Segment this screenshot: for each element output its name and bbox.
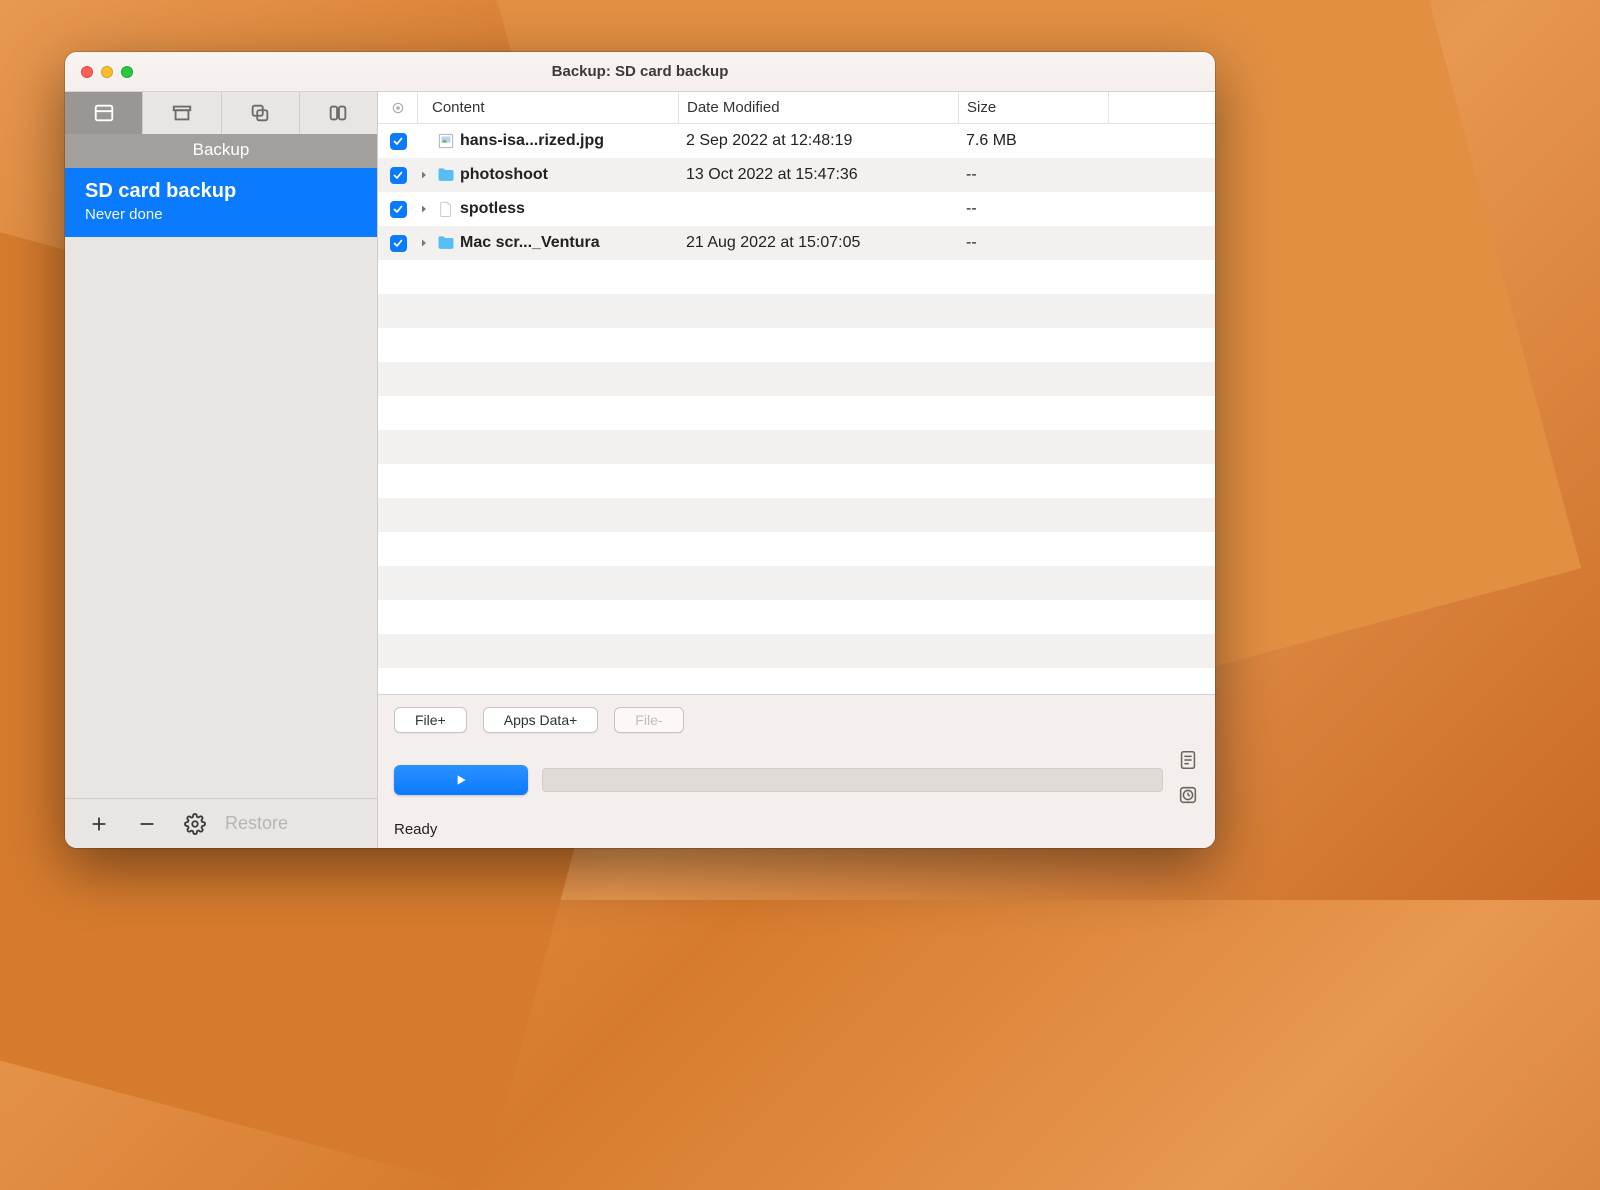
file-add-button[interactable]: File+ [394,707,467,733]
window-title: Backup: SD card backup [65,63,1215,80]
titlebar: Backup: SD card backup [65,52,1215,92]
settings-button[interactable] [171,804,219,844]
row-name-cell: hans-isa...rized.jpg [418,131,678,151]
row-checkbox[interactable] [378,133,418,150]
file-remove-button[interactable]: File- [614,707,683,733]
column-content-header[interactable]: Content [418,99,678,116]
sync-icon [327,102,349,124]
folder-icon [436,233,456,253]
row-checkbox[interactable] [378,201,418,218]
disclosure-triangle[interactable] [418,202,432,216]
play-icon [453,772,469,788]
row-size: -- [958,234,1108,252]
column-check-header[interactable] [378,92,418,123]
app-window: Backup: SD card backup Backup S [65,52,1215,848]
row-name-cell: Mac scr..._Ventura [418,233,678,253]
row-checkbox[interactable] [378,167,418,184]
schedule-button[interactable] [1177,784,1199,811]
main-footer: File+ Apps Data+ File- [378,694,1215,848]
backup-icon [93,102,115,124]
file-list[interactable]: hans-isa...rized.jpg 2 Sep 2022 at 12:48:… [378,124,1215,694]
checkbox-icon [390,167,407,184]
column-date-header[interactable]: Date Modified [678,92,958,123]
status-label: Ready [394,821,1199,838]
sidebar-bottom: Restore [65,798,377,848]
row-name-cell: spotless [418,199,678,219]
row-name: photoshoot [460,166,548,184]
plus-icon [88,813,110,835]
sidebar: Backup SD card backup Never done Restore [65,92,378,848]
tab-sync[interactable] [300,92,377,134]
add-task-button[interactable] [75,804,123,844]
table-row[interactable]: hans-isa...rized.jpg 2 Sep 2022 at 12:48:… [378,124,1215,158]
sidebar-task[interactable]: SD card backup Never done [65,168,377,237]
sidebar-section-header: Backup [65,134,377,168]
checkbox-icon [390,201,407,218]
archive-icon [171,102,193,124]
columns-header: Content Date Modified Size [378,92,1215,124]
tab-clone[interactable] [222,92,300,134]
apps-data-add-button[interactable]: Apps Data+ [483,707,599,733]
row-size: 7.6 MB [958,132,1108,150]
checkbox-icon [390,235,407,252]
main-panel: Content Date Modified Size hans-isa...ri… [378,92,1215,848]
row-name-cell: photoshoot [418,165,678,185]
disclosure-triangle[interactable] [418,168,432,182]
checkbox-icon [390,133,407,150]
restore-button[interactable]: Restore [225,813,288,834]
file-icon [436,199,456,219]
row-name: spotless [460,200,525,218]
table-row[interactable]: spotless -- [378,192,1215,226]
target-icon [391,101,405,115]
task-when: Never done [85,206,357,223]
minus-icon [136,813,158,835]
progress-bar [542,768,1163,792]
clock-icon [1177,784,1199,806]
tab-backup[interactable] [65,92,143,134]
column-spacer [1108,92,1215,123]
row-checkbox[interactable] [378,235,418,252]
run-button[interactable] [394,765,528,795]
row-name: Mac scr..._Ventura [460,234,600,252]
row-size: -- [958,166,1108,184]
disclosure-triangle[interactable] [418,236,432,250]
row-date: 21 Aug 2022 at 15:07:05 [678,234,958,252]
table-row[interactable]: photoshoot 13 Oct 2022 at 15:47:36-- [378,158,1215,192]
document-icon [1177,749,1199,771]
task-name: SD card backup [85,180,357,203]
clone-icon [249,102,271,124]
row-size: -- [958,200,1108,218]
sidebar-tabs [65,92,377,134]
image-icon [436,131,456,151]
tab-archive[interactable] [143,92,221,134]
row-date: 13 Oct 2022 at 15:47:36 [678,166,958,184]
gear-icon [184,813,206,835]
remove-task-button[interactable] [123,804,171,844]
folder-icon [436,165,456,185]
table-row[interactable]: Mac scr..._Ventura 21 Aug 2022 at 15:07:0… [378,226,1215,260]
column-size-header[interactable]: Size [958,92,1108,123]
log-button[interactable] [1177,749,1199,776]
row-name: hans-isa...rized.jpg [460,132,604,150]
row-date: 2 Sep 2022 at 12:48:19 [678,132,958,150]
